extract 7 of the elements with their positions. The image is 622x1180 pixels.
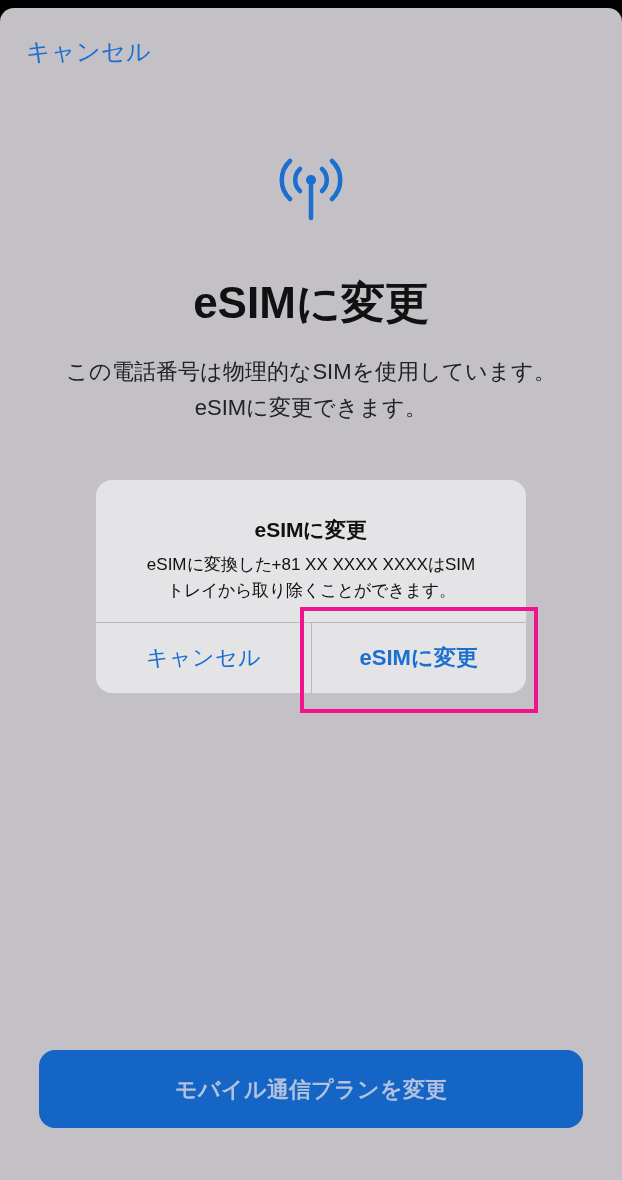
alert-title: eSIMに変更	[253, 517, 369, 543]
alert-cancel-button[interactable]: キャンセル	[96, 622, 311, 693]
description-text: この電話番号は物理的なSIMを使用しています。eSIMに変更できます。	[66, 358, 556, 422]
confirm-button[interactable]: eSIMに変更	[311, 622, 526, 693]
page-title: eSIMに変更	[193, 277, 429, 329]
alert-message: eSIMに変換した+81 XX XXXX XXXXはSIMトレイから取り除くことができます。	[145, 553, 477, 602]
cancel-link[interactable]: キャンセル	[26, 34, 151, 70]
